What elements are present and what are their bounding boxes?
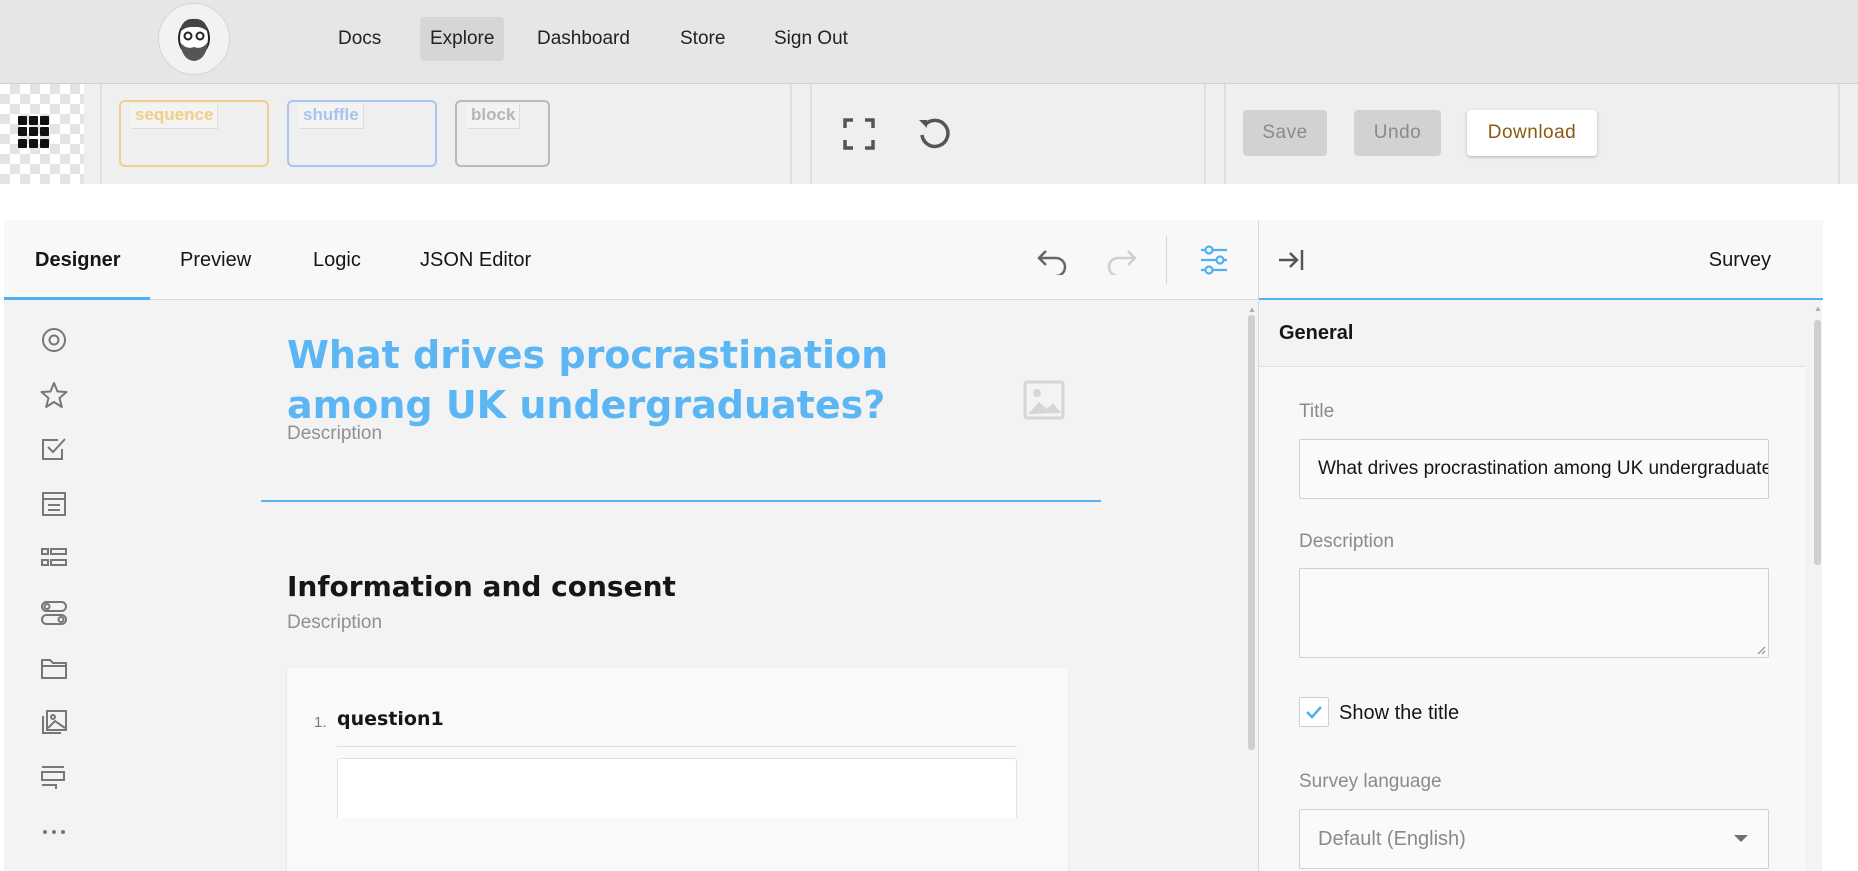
- block-chip-label: block: [467, 104, 521, 129]
- property-grid: General Title What drives procrastinatio…: [1259, 300, 1805, 871]
- chevron-down-icon: [1734, 835, 1748, 842]
- fullscreen-icon[interactable]: [841, 116, 877, 152]
- radiogroup-icon[interactable]: [40, 326, 68, 354]
- nav-docs[interactable]: Docs: [328, 17, 391, 61]
- survey-language-dropdown[interactable]: Default (English): [1299, 809, 1769, 869]
- download-button[interactable]: Download: [1467, 110, 1597, 156]
- property-panel-header: Survey: [1259, 220, 1823, 300]
- scroll-up-arrow-icon[interactable]: ▲: [1814, 304, 1822, 313]
- property-panel: Survey General Title What drives procras…: [1258, 220, 1823, 871]
- dropdown-icon[interactable]: [40, 490, 68, 518]
- shuffle-chip[interactable]: shuffle: [287, 100, 437, 167]
- survey-description[interactable]: Description: [287, 423, 382, 445]
- description-property-label: Description: [1299, 531, 1395, 552]
- top-navigation: Docs Explore Dashboard Store Sign Out: [0, 0, 1858, 84]
- question-toolbox: [4, 300, 104, 871]
- page-title[interactable]: Information and consent: [287, 570, 676, 603]
- nav-dashboard[interactable]: Dashboard: [527, 17, 640, 61]
- tab-json-editor[interactable]: JSON Editor: [420, 220, 531, 300]
- undo-button[interactable]: Undo: [1354, 110, 1441, 156]
- survey-language-value: Default (English): [1318, 828, 1466, 850]
- sequence-chip[interactable]: sequence: [119, 100, 269, 167]
- redo-icon[interactable]: [1106, 245, 1138, 275]
- toolbar-divider: [1224, 84, 1226, 184]
- resize-grip-icon[interactable]: [1756, 645, 1766, 655]
- checkmark-icon: [1306, 706, 1322, 719]
- question-title[interactable]: question1: [337, 708, 444, 730]
- nav-store[interactable]: Store: [670, 17, 735, 61]
- header-divider: [1166, 236, 1167, 284]
- design-surface: What drives procrastination among UK und…: [104, 300, 1249, 871]
- apps-grid-icon: [18, 116, 50, 148]
- undo-icon[interactable]: [1036, 245, 1068, 275]
- show-title-checkbox[interactable]: [1299, 697, 1329, 727]
- survey-title[interactable]: What drives procrastination among UK und…: [287, 330, 907, 430]
- selected-object-name: Survey: [1708, 249, 1771, 271]
- survey-title-underline: [261, 500, 1101, 502]
- survey-creator: Designer Preview Logic JSON Editor What …: [4, 220, 1823, 871]
- toolbar-divider: [810, 84, 812, 184]
- question-title-divider: [337, 746, 1017, 747]
- title-property-label: Title: [1299, 401, 1335, 422]
- bearded-man-logo-icon: [178, 18, 210, 61]
- canvas-scrollbar[interactable]: [1248, 315, 1255, 750]
- shuffle-chip-label: shuffle: [299, 104, 364, 129]
- editor-toolbar: sequence shuffle block Save Undo Downloa…: [0, 84, 1858, 184]
- block-chip[interactable]: block: [455, 100, 550, 167]
- question-card[interactable]: 1. question1: [287, 668, 1068, 871]
- nav-explore[interactable]: Explore: [420, 17, 505, 61]
- show-title-label[interactable]: Show the title: [1339, 702, 1459, 725]
- survey-language-label: Survey language: [1299, 771, 1442, 792]
- reset-icon[interactable]: [916, 116, 952, 152]
- logo-placeholder-image-icon[interactable]: [1023, 380, 1065, 420]
- property-panel-scrollbar[interactable]: [1814, 320, 1821, 565]
- question-text-input[interactable]: [337, 758, 1017, 818]
- tab-designer[interactable]: Designer: [35, 220, 121, 300]
- nav-sign-out[interactable]: Sign Out: [764, 17, 858, 61]
- file-icon[interactable]: [40, 654, 68, 682]
- scroll-up-arrow-icon[interactable]: ▲: [1248, 305, 1256, 314]
- toolbar-divider: [1838, 84, 1840, 184]
- sequence-chip-label: sequence: [131, 104, 219, 129]
- boolean-icon[interactable]: [40, 599, 68, 627]
- collapse-panel-icon[interactable]: [1277, 246, 1305, 274]
- rating-icon[interactable]: [40, 381, 68, 409]
- imagepicker-icon[interactable]: [40, 708, 68, 736]
- more-icon[interactable]: [40, 818, 68, 846]
- description-property-textarea[interactable]: [1299, 568, 1769, 658]
- category-general[interactable]: General: [1259, 300, 1805, 367]
- page-description[interactable]: Description: [287, 612, 382, 634]
- apps-tile[interactable]: [0, 84, 84, 184]
- creator-tab-bar: Designer Preview Logic JSON Editor: [4, 220, 1258, 300]
- tab-logic[interactable]: Logic: [313, 220, 361, 300]
- checkbox-icon[interactable]: [40, 435, 68, 463]
- save-button[interactable]: Save: [1243, 110, 1327, 156]
- toolbar-divider: [100, 84, 102, 184]
- settings-sliders-icon[interactable]: [1199, 244, 1229, 276]
- toolbar-divider: [1204, 84, 1206, 184]
- site-logo[interactable]: [158, 3, 230, 75]
- title-property-input[interactable]: What drives procrastination among UK und…: [1299, 439, 1769, 499]
- question-number: 1.: [314, 714, 327, 731]
- ranking-icon[interactable]: [40, 544, 68, 572]
- panel-icon[interactable]: [40, 763, 68, 791]
- toolbar-divider: [790, 84, 792, 184]
- tab-preview[interactable]: Preview: [180, 220, 251, 300]
